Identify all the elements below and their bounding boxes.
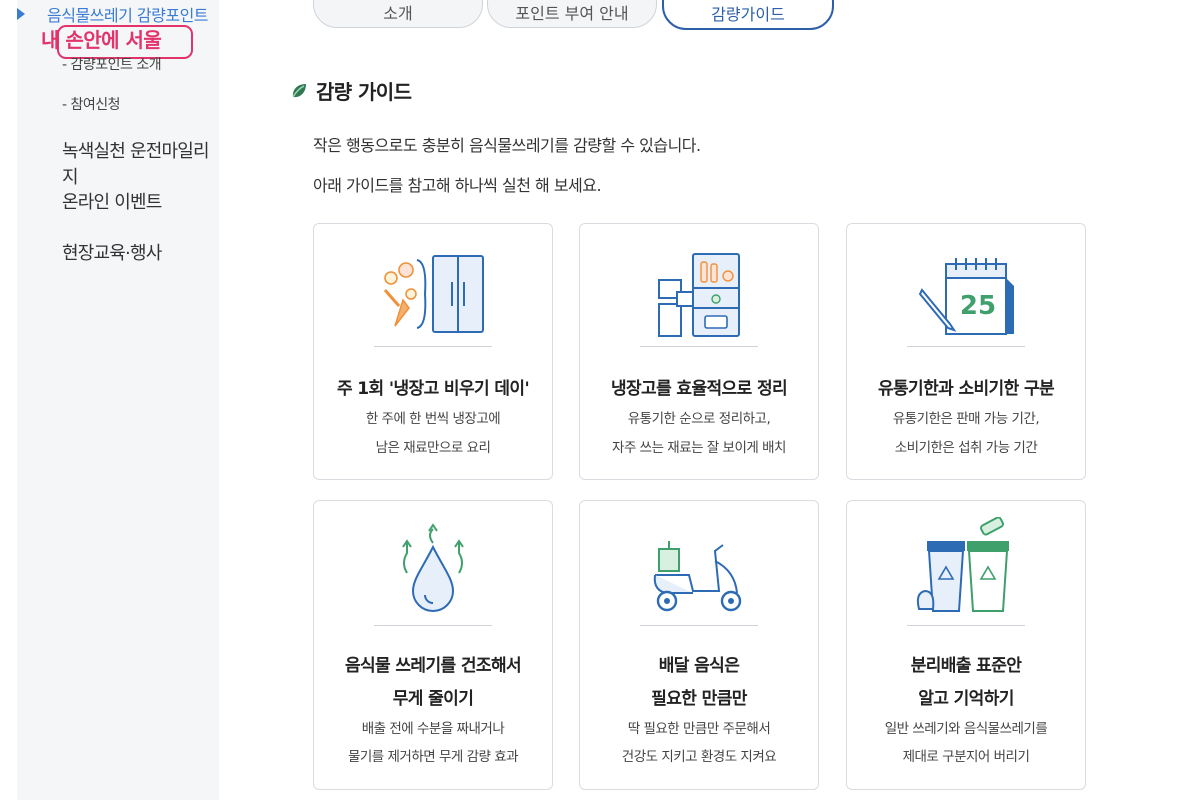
card-desc-line: 소비기한은 섭취 가능 기간	[894, 440, 1038, 456]
calendar-number: 25	[960, 291, 996, 321]
divider	[640, 346, 758, 347]
sidebar-item-label: 음식물쓰레기 감량포인트	[47, 6, 209, 25]
sidebar-item-driving-mileage[interactable]: 녹색실천 운전마일리지	[62, 137, 219, 189]
card-desc-line: 건강도 지키고 환경도 지켜요	[621, 749, 777, 765]
card-title-line: 음식물 쓰레기를 건조해서	[344, 656, 522, 676]
guide-card-expiry-dates: 25 유통기한과 소비기한 구분 유통기한은 판매 가능 기간, 소비기한은 섭…	[846, 223, 1086, 480]
guide-card-organize-fridge: 냉장고를 효율적으로 정리 유통기한 순으로 정리하고, 자주 쓰는 재료는 잘…	[579, 223, 819, 480]
stamp-text: 내 손안에 서울	[41, 28, 162, 52]
card-desc-line: 배출 전에 수분을 짜내거나	[361, 721, 505, 737]
divider	[374, 625, 492, 626]
recycling-bins-icon	[916, 517, 1009, 612]
card-title-line: 알고 기억하기	[918, 689, 1014, 709]
tab-label: 소개	[383, 4, 413, 23]
divider	[374, 346, 492, 347]
intro-line-1: 작은 행동으로도 충분히 음식물쓰레기를 감량할 수 있습니다.	[313, 136, 701, 155]
sidebar-subitem-intro[interactable]: - 감량포인트 소개	[62, 54, 162, 74]
tab-reduction-guide[interactable]: 감량가이드	[662, 0, 834, 30]
card-desc-line: 일반 쓰레기와 음식물쓰레기를	[884, 721, 1048, 737]
water-drop-icon	[402, 523, 464, 612]
sidebar-item-online-event[interactable]: 온라인 이벤트	[62, 188, 162, 214]
card-title: 주 1회 '냉장고 비우기 데이'	[336, 379, 530, 399]
card-title: 유통기한과 소비기한 구분	[877, 379, 1055, 399]
tab-label: 감량가이드	[711, 5, 785, 24]
card-desc-line: 물기를 제거하면 무게 감량 효과	[347, 749, 519, 765]
fridge-food-icon	[383, 255, 484, 333]
card-desc-line: 한 주에 한 번씩 냉장고에	[365, 411, 501, 427]
guide-card-delivery: 배달 음식은 필요한 만큼만 딱 필요한 만큼만 주문해서 건강도 지키고 환경…	[579, 500, 819, 790]
card-desc-line: 제대로 구분지어 버리기	[902, 749, 1030, 765]
card-title-line: 배달 음식은	[658, 656, 740, 676]
sidebar-subitem-apply[interactable]: - 참여신청	[62, 94, 121, 114]
card-desc-line: 딱 필요한 만큼만 주문해서	[627, 721, 771, 737]
card-desc-line: 유통기한 순으로 정리하고,	[627, 411, 771, 427]
organized-fridge-icon	[658, 253, 740, 337]
tab-label: 포인트 부여 안내	[515, 4, 629, 23]
sidebar: 음식물쓰레기 감량포인트 내 손안에 서울 - 감량포인트 소개 - 참여신청 …	[17, 0, 219, 800]
tab-point-guide[interactable]: 포인트 부여 안내	[487, 0, 657, 28]
guide-card-empty-fridge: 주 1회 '냉장고 비우기 데이' 한 주에 한 번씩 냉장고에 남은 재료만으…	[313, 223, 553, 480]
card-title: 냉장고를 효율적으로 정리	[610, 379, 788, 399]
guide-card-separate-disposal: 분리배출 표준안 알고 기억하기 일반 쓰레기와 음식물쓰레기를 제대로 구분지…	[846, 500, 1086, 790]
card-title-line: 필요한 만큼만	[651, 689, 747, 709]
card-desc-line: 자주 쓰는 재료는 잘 보이게 배치	[612, 440, 786, 456]
card-title-line: 무게 줄이기	[392, 689, 474, 709]
divider	[907, 346, 1025, 347]
sidebar-item-food-waste-points[interactable]: 음식물쓰레기 감량포인트	[17, 2, 209, 26]
delivery-scooter-icon	[653, 541, 742, 612]
caret-right-icon	[17, 8, 25, 20]
sidebar-item-events[interactable]: 현장교육·행사	[62, 239, 162, 265]
card-desc-line: 남은 재료만으로 요리	[375, 440, 491, 456]
card-desc-line: 유통기한은 판매 가능 기간,	[892, 411, 1040, 427]
leaf-icon	[292, 83, 306, 97]
tab-intro[interactable]: 소개	[313, 0, 483, 28]
intro-line-2: 아래 가이드를 참고해 하나씩 실천 해 보세요.	[313, 176, 602, 195]
card-title-line: 분리배출 표준안	[910, 656, 1022, 676]
guide-card-dry-waste: 음식물 쓰레기를 건조해서 무게 줄이기 배출 전에 수분을 짜내거나 물기를 …	[313, 500, 553, 790]
section-heading: 감량 가이드	[290, 76, 412, 105]
divider	[640, 625, 758, 626]
divider	[907, 625, 1025, 626]
calendar-icon: 25	[918, 258, 1014, 335]
section-title: 감량 가이드	[316, 80, 412, 104]
